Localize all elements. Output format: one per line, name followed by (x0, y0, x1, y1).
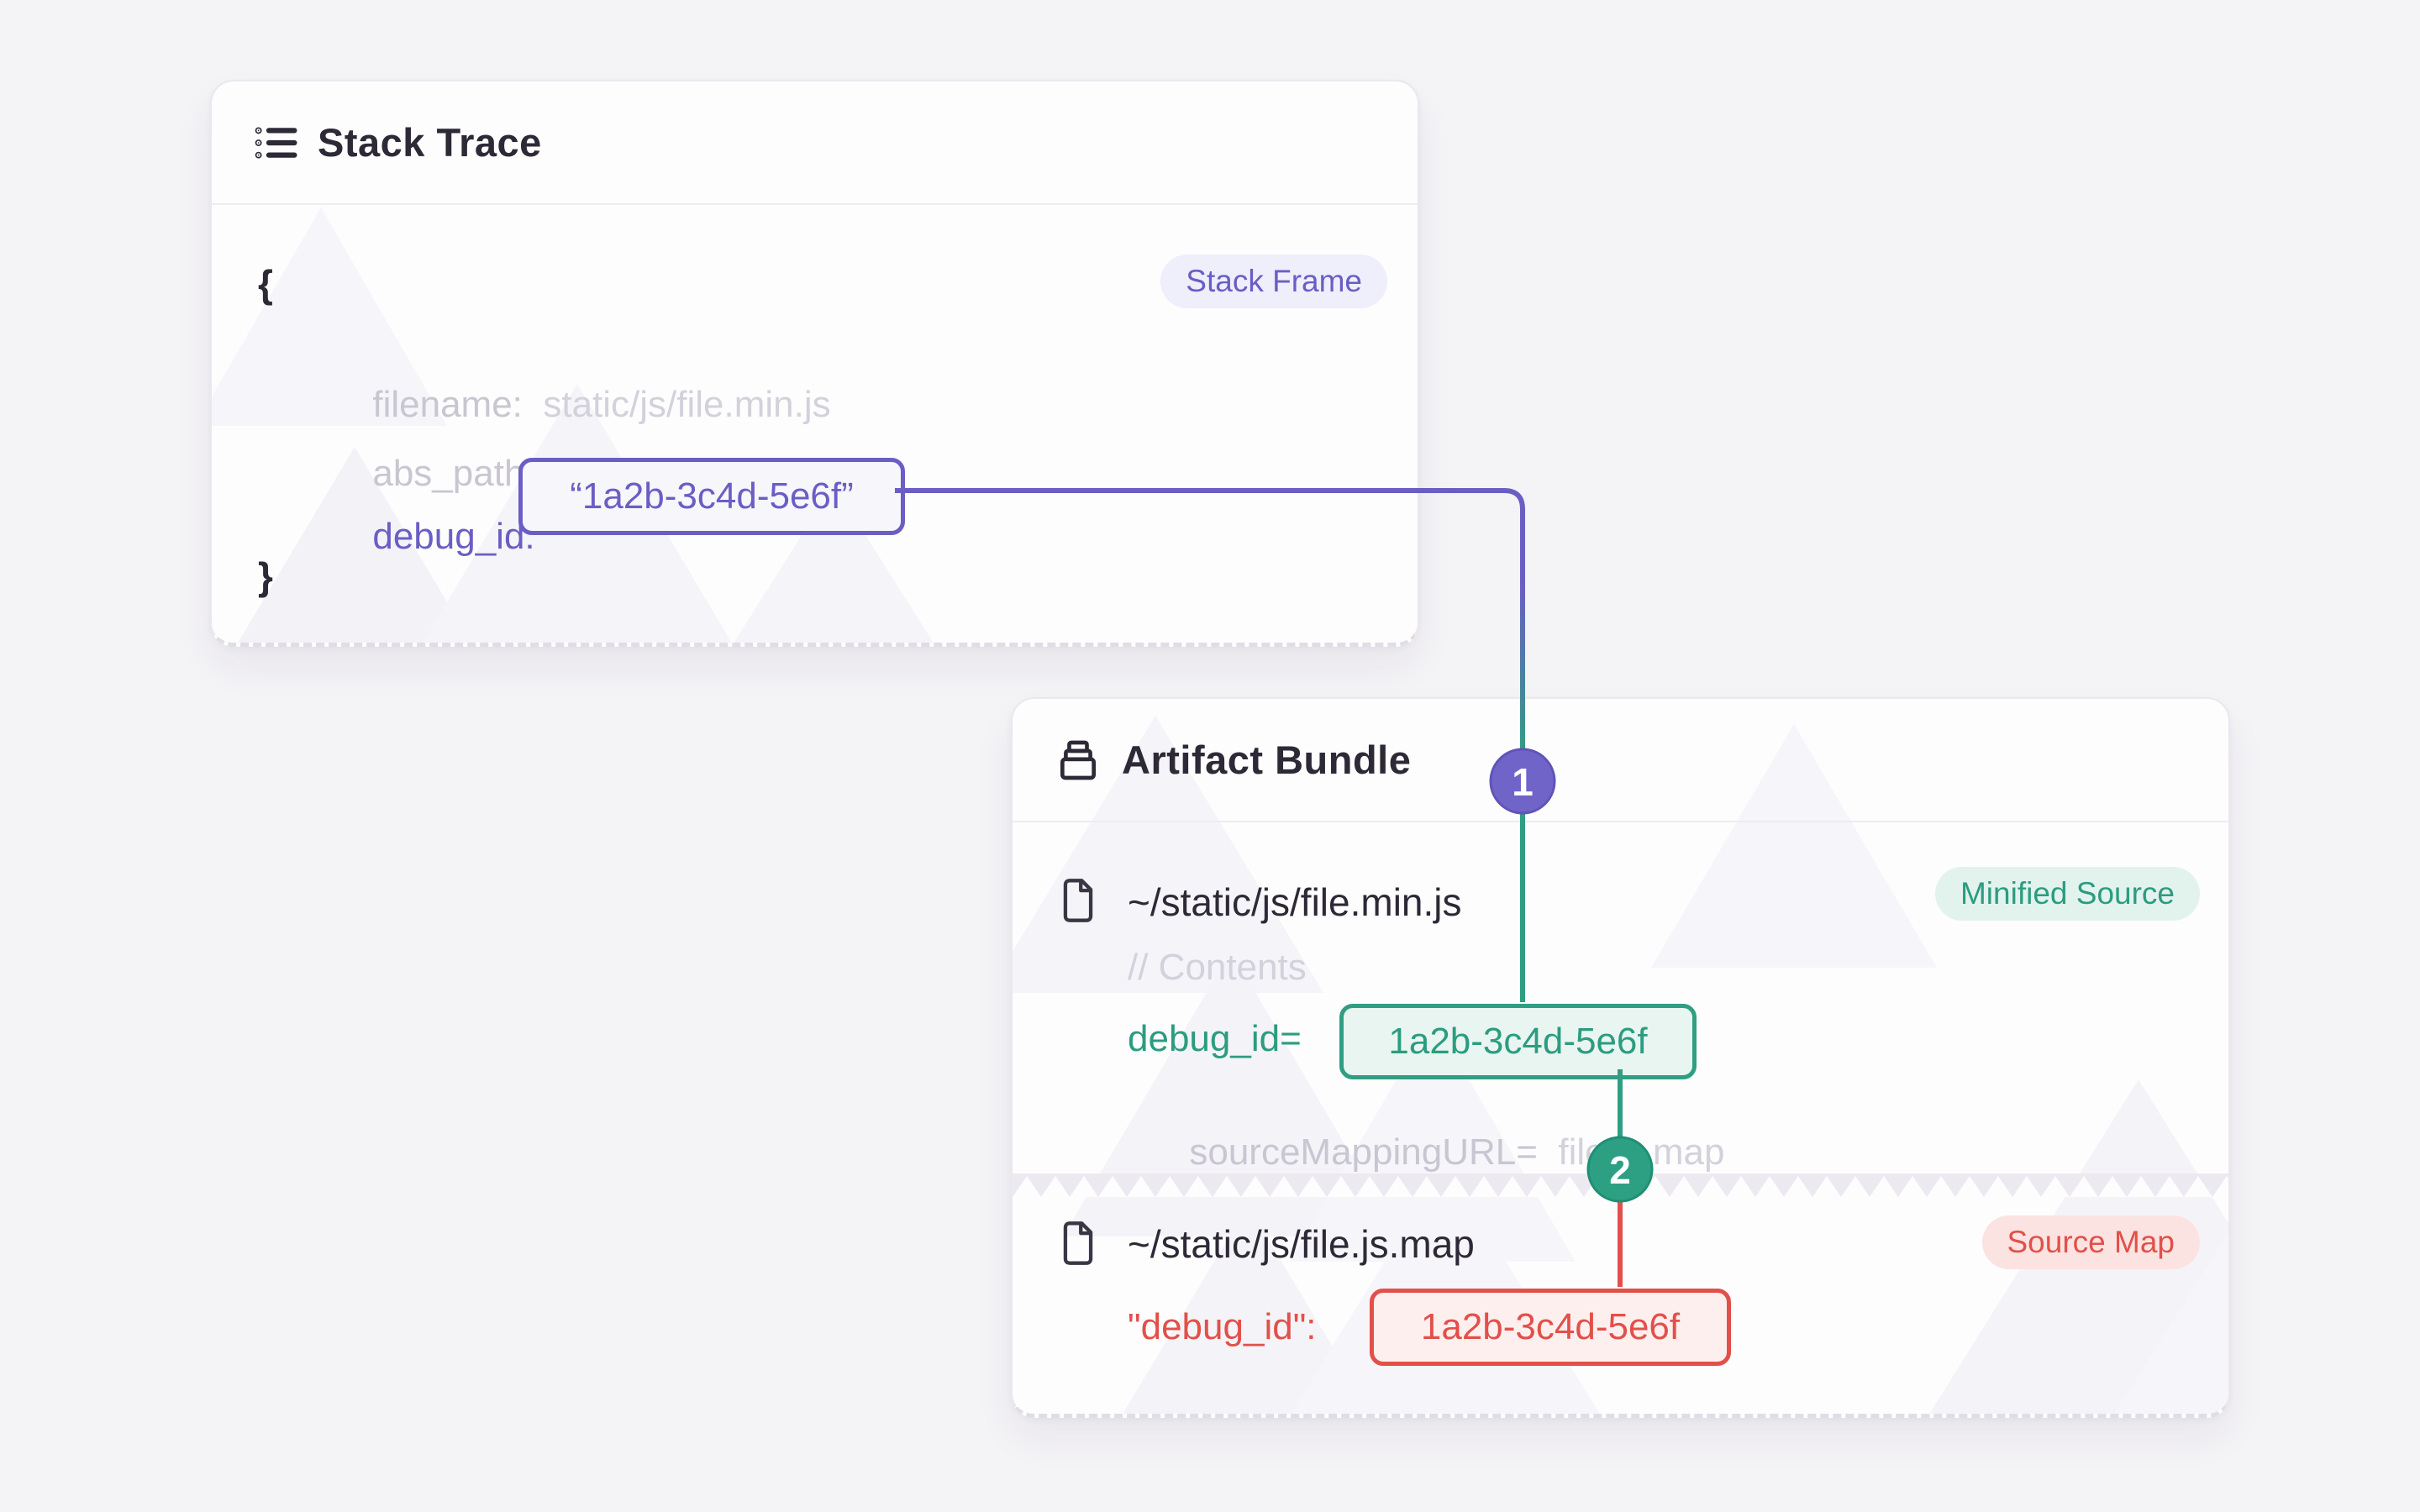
torn-edge-divider (1013, 1173, 2228, 1197)
file-icon (1056, 1220, 1100, 1267)
artifact-bundle-title: Artifact Bundle (1122, 737, 1411, 783)
close-brace: } (258, 554, 273, 599)
stack-trace-header: Stack Trace (212, 81, 1418, 205)
stack-trace-card: Stack Trace { Stack Frame filename: stat… (210, 80, 1419, 647)
minified-source-path: ~/static/js/file.min.js (1128, 879, 1462, 925)
map-debug-id-key: "debug_id": (1128, 1306, 1317, 1348)
source-mapping-value: file.js.map (1558, 1131, 1724, 1173)
artifact-bundle-card: Artifact Bundle ~/static/js/file.min.js … (1011, 697, 2230, 1418)
source-map-badge: Source Map (1982, 1215, 2201, 1269)
artifact-bundle-header: Artifact Bundle (1013, 699, 2228, 822)
bundle-debug-id-value-box: 1a2b-3c4d-5e6f (1339, 1004, 1697, 1079)
open-brace: { (258, 261, 273, 307)
map-debug-id-value-box: 1a2b-3c4d-5e6f (1370, 1289, 1731, 1366)
debug-id-value-box: “1a2b-3c4d-5e6f” (518, 458, 905, 535)
list-icon (254, 120, 299, 165)
bundle-debug-id-key: debug_id= (1128, 1018, 1302, 1060)
source-map-path: ~/static/js/file.js.map (1128, 1221, 1475, 1267)
stack-frame-badge: Stack Frame (1160, 255, 1387, 308)
debug-id-key: debug_id: (372, 516, 534, 557)
archive-icon (1055, 737, 1102, 784)
contents-comment: // Contents (1128, 947, 1307, 989)
stack-trace-title: Stack Trace (318, 119, 542, 165)
minified-source-badge: Minified Source (1935, 867, 2200, 921)
debug-id-diagram: Stack Trace { Stack Frame filename: stat… (0, 0, 2420, 1512)
file-icon (1056, 877, 1100, 924)
source-mapping-key: sourceMappingURL= (1189, 1131, 1538, 1173)
debug-id-row: debug_id: (311, 474, 535, 600)
